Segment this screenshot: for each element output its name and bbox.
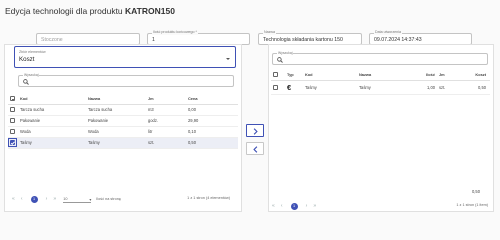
table-header-row: Typ Kod Nazwa Ilość Jm Koszt — [271, 70, 490, 81]
collection-select[interactable]: Zbiór elementów Koszt — [14, 46, 236, 68]
current-page-button[interactable]: 1 — [30, 196, 38, 203]
column-header-typ[interactable]: Typ — [287, 70, 305, 81]
add-to-technology-button[interactable] — [246, 124, 264, 137]
column-header-ilosc[interactable]: Ilość — [415, 70, 439, 81]
right-search-input[interactable]: Wyszukaj — [272, 51, 488, 65]
euro-icon: € — [287, 80, 305, 95]
table-row[interactable]: € Taśmy Taśmy 1,00 szt. 0,50 — [271, 80, 490, 95]
available-items-table: Kod Nazwa Jm Cena Tarcza sucha Tarcza su… — [8, 94, 238, 149]
column-header-jm[interactable]: Jm — [148, 94, 188, 105]
search-icon — [277, 56, 283, 63]
column-header-koszt[interactable]: Koszt — [461, 70, 490, 81]
row-checkbox[interactable] — [10, 129, 15, 135]
last-page-button[interactable]: » — [313, 203, 316, 209]
prev-page-button[interactable]: ‹ — [281, 203, 283, 209]
page-size-arrow-icon: ▾ — [89, 198, 92, 202]
left-page-range: 1 z 1 stron (4 elementów) — [187, 196, 230, 200]
row-checkbox[interactable] — [273, 84, 278, 90]
total-cost: 0,50 — [472, 189, 480, 194]
row-checkbox[interactable] — [10, 118, 15, 124]
next-page-button[interactable]: › — [306, 203, 308, 209]
column-header-nazwa[interactable]: Nazwa — [359, 70, 415, 81]
table-row-selected[interactable]: Taśmy Taśmy szt. 0,50 — [8, 137, 238, 149]
prev-page-button[interactable]: ‹ — [21, 196, 23, 202]
dropdown-arrow-icon — [226, 58, 230, 60]
column-header-cena[interactable]: Cena — [188, 94, 238, 105]
right-pagination: « ‹ 1 › » 1 z 1 stron (1 item) — [272, 203, 490, 212]
table-row[interactable]: Pakowanie Pakowanie godz. 29,90 — [8, 115, 238, 127]
page-title: Edycja technologii dla produktu KATRON15… — [5, 6, 175, 16]
row-checkbox[interactable] — [10, 107, 15, 113]
column-header-kod[interactable]: Kod — [20, 94, 88, 105]
row-checkbox-highlight[interactable] — [8, 138, 17, 147]
next-page-button[interactable]: › — [46, 196, 48, 202]
technology-items-table: Typ Kod Nazwa Ilość Jm Koszt € Taśmy Taś… — [271, 70, 490, 95]
page-size-select[interactable]: 10 ▾ — [63, 197, 92, 203]
column-header-nazwa[interactable]: Nazwa — [88, 94, 148, 105]
remove-from-technology-button[interactable] — [246, 142, 264, 155]
table-row[interactable]: Woda Woda litr 0,10 — [8, 126, 238, 138]
left-search-input[interactable]: Wyszukaj — [18, 73, 234, 87]
chevron-right-icon — [253, 127, 258, 135]
column-header-kod[interactable]: Kod — [305, 70, 359, 81]
table-row[interactable]: Tarcza sucha Tarcza sucha m3 0,00 — [8, 104, 238, 116]
current-page-button[interactable]: 1 — [290, 203, 298, 210]
chevron-left-icon — [253, 145, 258, 153]
first-page-button[interactable]: « — [272, 203, 275, 209]
first-page-button[interactable]: « — [12, 196, 15, 202]
select-all-checkbox[interactable] — [10, 96, 15, 102]
right-page-range: 1 z 1 stron (1 item) — [456, 203, 488, 207]
row-checkbox[interactable] — [10, 140, 15, 146]
left-pagination: « ‹ 1 › » 10 ▾ Ilość na stronę 1 z 1 stro… — [12, 196, 230, 203]
column-header-jm[interactable]: Jm — [439, 70, 461, 81]
select-all-checkbox[interactable] — [273, 72, 278, 78]
search-icon — [23, 78, 29, 85]
table-header-row: Kod Nazwa Jm Cena — [8, 94, 238, 105]
last-page-button[interactable]: » — [53, 196, 56, 202]
